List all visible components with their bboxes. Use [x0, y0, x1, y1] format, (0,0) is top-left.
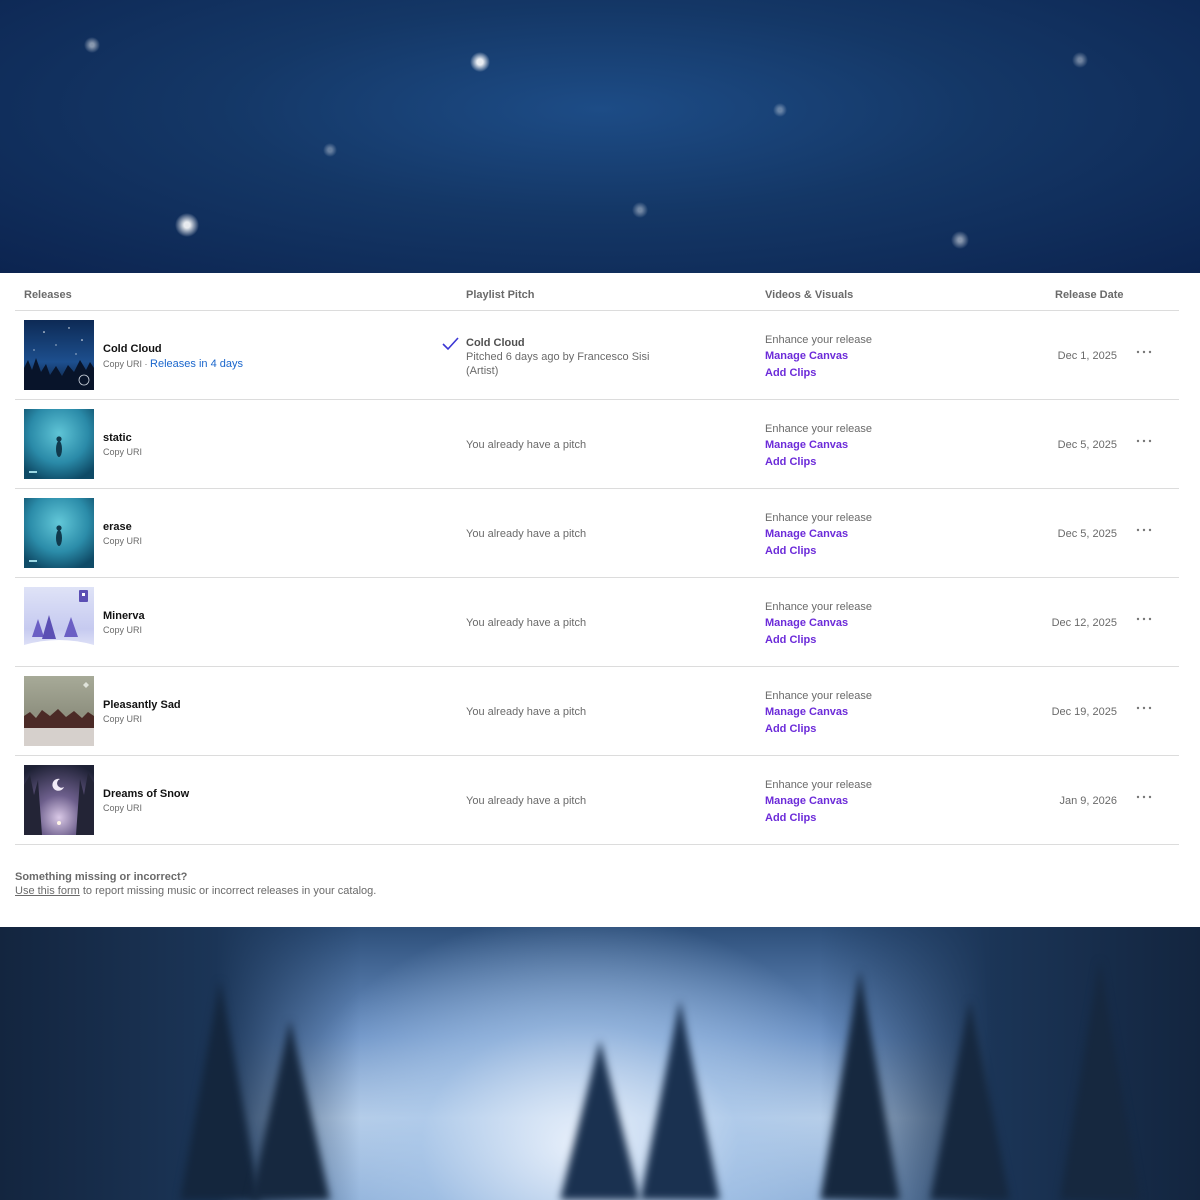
release-title[interactable]: Dreams of Snow	[103, 788, 189, 800]
more-options-icon[interactable]	[1135, 705, 1153, 711]
table-row: Minerva Copy URI You already have a pitc…	[15, 578, 1179, 667]
copy-uri-link[interactable]: Copy URI	[103, 447, 142, 457]
background-forest	[0, 927, 1200, 1200]
copy-uri-link[interactable]: Copy URI	[103, 359, 142, 369]
footer-text: Use this form to report missing music or…	[15, 885, 376, 897]
add-clips-link[interactable]: Add Clips	[765, 634, 816, 646]
table-row: Cold Cloud Copy URI · Releases in 4 days…	[15, 311, 1179, 400]
cover-art[interactable]	[24, 587, 94, 657]
enhance-text: Enhance your release	[765, 334, 873, 346]
release-title[interactable]: Minerva	[103, 610, 145, 622]
release-title[interactable]: Pleasantly Sad	[103, 699, 181, 711]
releases-panel: Releases Playlist Pitch Videos & Visuals…	[0, 273, 1200, 927]
copy-uri-link[interactable]: Copy URI	[103, 803, 142, 813]
table-header: Releases Playlist Pitch Videos & Visuals…	[15, 273, 1179, 311]
enhance-text: Enhance your release	[765, 601, 873, 613]
copy-uri-link[interactable]: Copy URI	[103, 536, 142, 546]
manage-canvas-link[interactable]: Manage Canvas	[765, 706, 848, 718]
report-form-link[interactable]: Use this form	[15, 885, 80, 897]
pitch-status: You already have a pitch	[466, 795, 587, 807]
table-row: Pleasantly Sad Copy URI You already have…	[15, 667, 1179, 756]
pitch-status: You already have a pitch	[466, 528, 587, 540]
more-options-icon[interactable]	[1135, 527, 1153, 533]
release-date: Dec 19, 2025	[1051, 706, 1117, 718]
cover-art[interactable]	[24, 409, 94, 479]
release-date: Dec 5, 2025	[1057, 439, 1117, 451]
copy-uri-link[interactable]: Copy URI	[103, 625, 142, 635]
background-starry-sky	[0, 0, 1200, 273]
enhance-text: Enhance your release	[765, 779, 873, 791]
release-meta: Copy URI · Releases in 4 days	[103, 358, 243, 370]
pitch-status: Cold Cloud Pitched 6 days ago by Frances…	[466, 336, 656, 378]
copy-uri-link[interactable]: Copy URI	[103, 714, 142, 724]
cover-art[interactable]	[24, 320, 94, 390]
pitch-detail-text: Pitched 6 days ago by Francesco Sisi (Ar…	[466, 351, 650, 377]
pitch-status: You already have a pitch	[466, 617, 587, 629]
table-row: Dreams of Snow Copy URI You already have…	[15, 756, 1179, 845]
header-videos-visuals: Videos & Visuals	[765, 289, 854, 301]
add-clips-link[interactable]: Add Clips	[765, 545, 816, 557]
add-clips-link[interactable]: Add Clips	[765, 812, 816, 824]
header-playlist-pitch: Playlist Pitch	[466, 289, 535, 301]
add-clips-link[interactable]: Add Clips	[765, 367, 816, 379]
more-options-icon[interactable]	[1135, 438, 1153, 444]
cover-art[interactable]	[24, 676, 94, 746]
manage-canvas-link[interactable]: Manage Canvas	[765, 528, 848, 540]
header-release-date: Release Date	[1055, 289, 1124, 301]
table-row: static Copy URI You already have a pitch…	[15, 400, 1179, 489]
pitch-track-title: Cold Cloud	[466, 337, 525, 349]
meta-separator: ·	[144, 359, 148, 369]
release-date: Dec 1, 2025	[1057, 350, 1117, 362]
footer-question: Something missing or incorrect?	[15, 871, 188, 883]
release-title[interactable]: erase	[103, 521, 132, 533]
release-date: Dec 12, 2025	[1051, 617, 1117, 629]
add-clips-link[interactable]: Add Clips	[765, 723, 816, 735]
table-row: erase Copy URI You already have a pitch …	[15, 489, 1179, 578]
add-clips-link[interactable]: Add Clips	[765, 456, 816, 468]
manage-canvas-link[interactable]: Manage Canvas	[765, 617, 848, 629]
releases-in-link[interactable]: Releases in 4 days	[150, 358, 243, 370]
cover-art[interactable]	[24, 765, 94, 835]
more-options-icon[interactable]	[1135, 794, 1153, 800]
enhance-text: Enhance your release	[765, 423, 873, 435]
release-date: Jan 9, 2026	[1059, 795, 1118, 807]
enhance-text: Enhance your release	[765, 512, 873, 524]
pitch-status: You already have a pitch	[466, 706, 587, 718]
pitch-status: You already have a pitch	[466, 439, 587, 451]
more-options-icon[interactable]	[1135, 349, 1153, 355]
check-icon	[442, 337, 459, 351]
manage-canvas-link[interactable]: Manage Canvas	[765, 439, 848, 451]
enhance-text: Enhance your release	[765, 690, 873, 702]
release-title[interactable]: static	[103, 432, 132, 444]
footer-description: to report missing music or incorrect rel…	[79, 885, 377, 897]
manage-canvas-link[interactable]: Manage Canvas	[765, 795, 848, 807]
more-options-icon[interactable]	[1135, 616, 1153, 622]
header-releases: Releases	[24, 289, 72, 301]
cover-art[interactable]	[24, 498, 94, 568]
manage-canvas-link[interactable]: Manage Canvas	[765, 350, 848, 362]
release-title[interactable]: Cold Cloud	[103, 343, 162, 355]
release-date: Dec 5, 2025	[1057, 528, 1117, 540]
